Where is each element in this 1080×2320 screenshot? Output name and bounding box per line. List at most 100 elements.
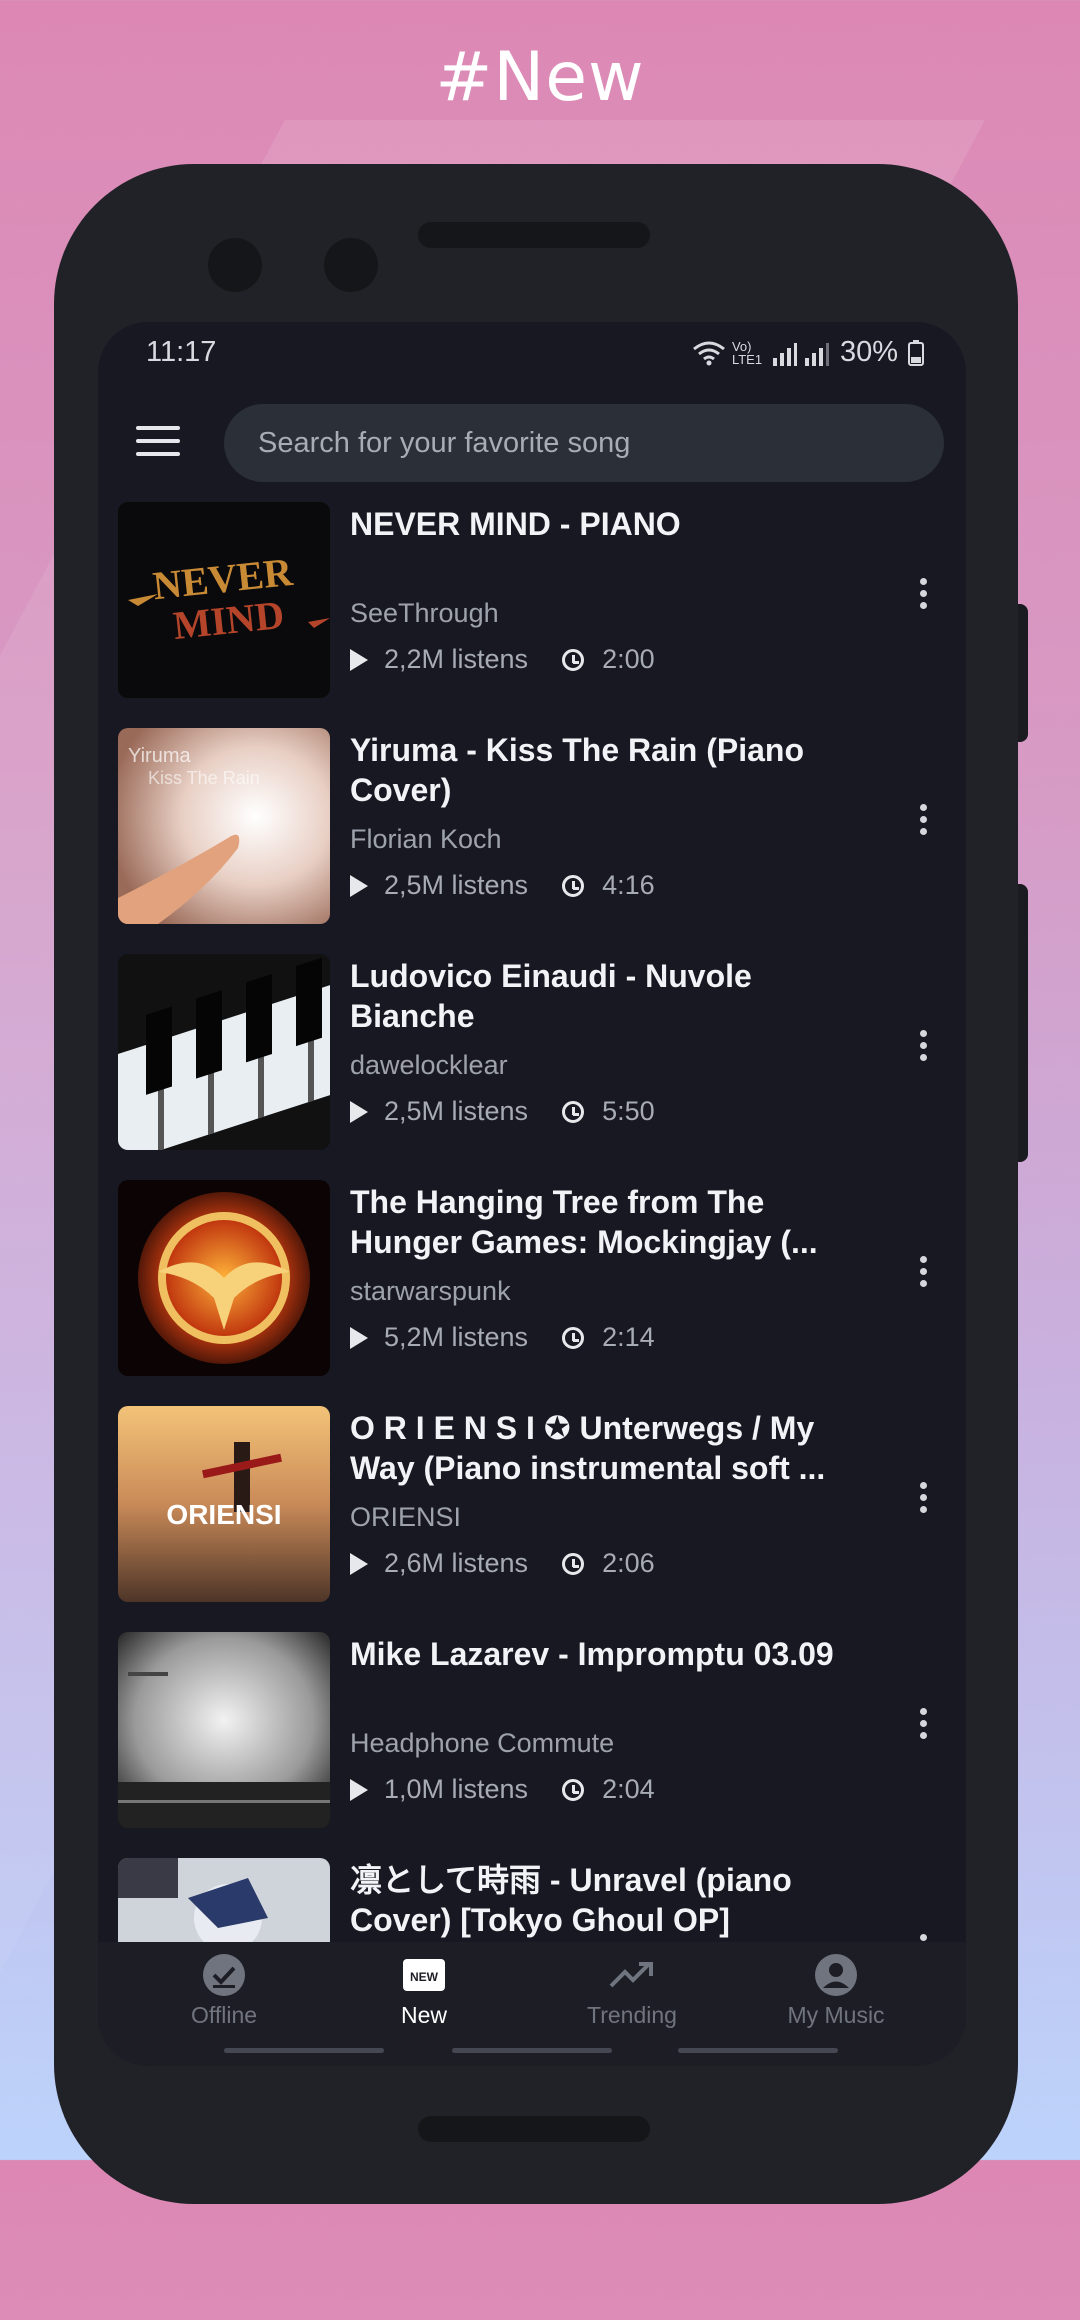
front-sensor <box>324 238 378 292</box>
song-duration: 2:14 <box>602 1322 655 1352</box>
play-icon <box>350 1326 368 1349</box>
nav-offline[interactable]: Offline <box>124 1952 324 2029</box>
play-icon <box>350 1778 368 1801</box>
song-row[interactable]: ORIENSI O R I E N S I ✪ Unterwegs / My W… <box>118 1402 966 1602</box>
bottom-speaker <box>418 2116 650 2142</box>
play-icon <box>350 1552 368 1575</box>
network-type-label: Vo) LTE1 <box>731 338 763 367</box>
play-icon <box>350 648 368 671</box>
phone-side-button <box>1018 604 1028 742</box>
song-thumbnail <box>118 954 330 1150</box>
nav-new[interactable]: NEW New <box>324 1952 524 2029</box>
bottom-navigation: Offline NEW New Trending My Music <box>98 1942 966 2066</box>
song-thumbnail <box>118 1180 330 1376</box>
signal-icon-2 <box>804 342 829 366</box>
song-duration: 4:16 <box>602 870 655 900</box>
song-stats: 2,6M listens 2:06 <box>350 1548 655 1579</box>
song-duration: 2:06 <box>602 1548 655 1578</box>
song-artist: Headphone Commute <box>350 1728 615 1758</box>
song-title: Yiruma - Kiss The Rain (Piano Cover) <box>350 732 805 808</box>
svg-text:Kiss The Rain: Kiss The Rain <box>148 768 260 788</box>
svg-text:Yiruma: Yiruma <box>128 745 191 767</box>
song-title: 凛として時雨 - Unravel (piano Cover) [Tokyo Gh… <box>350 1862 792 1938</box>
clock-icon <box>562 1100 585 1123</box>
song-duration: 2:00 <box>602 644 655 674</box>
account-circle-icon <box>815 1954 857 1996</box>
song-title: The Hanging Tree from The Hunger Games: … <box>350 1184 818 1260</box>
song-artist: Florian Koch <box>350 824 502 854</box>
wifi-icon <box>693 341 725 365</box>
song-thumbnail <box>118 1632 330 1828</box>
song-listens: 1,0M listens <box>384 1774 529 1804</box>
nav-my-music[interactable]: My Music <box>736 1952 936 2029</box>
status-bar: 11:17 Vo) LTE1 30% <box>98 322 966 384</box>
thumbnail-caption: ORIENSI <box>166 1499 281 1530</box>
song-artist: starwarspunk <box>350 1276 511 1306</box>
song-title: NEVER MIND - PIANO <box>350 506 681 542</box>
search-input[interactable]: Search for your favorite song <box>224 404 944 482</box>
more-options-icon[interactable] <box>916 804 930 844</box>
offline-check-icon <box>203 1954 245 1996</box>
song-duration: 2:04 <box>602 1774 655 1804</box>
clock-icon <box>562 1326 585 1349</box>
song-artist: SeeThrough <box>350 598 499 628</box>
new-badge-text: NEW <box>410 1970 439 1984</box>
song-row[interactable]: 凛として時雨 - Unravel (piano Cover) [Tokyo Gh… <box>118 1854 966 1942</box>
nav-indicator-bar <box>224 2048 384 2053</box>
song-duration: 5:50 <box>602 1096 655 1126</box>
signal-icon <box>772 342 797 366</box>
song-row[interactable]: Yiruma Kiss The Rain Yiruma - Kiss The R… <box>118 724 966 924</box>
song-artist: dawelocklear <box>350 1050 508 1080</box>
battery-icon <box>908 339 924 366</box>
hamburger-menu-icon[interactable] <box>136 426 180 456</box>
clock-icon <box>562 1778 585 1801</box>
song-row[interactable]: Mike Lazarev - Impromptu 03.09 Headphone… <box>118 1628 966 1828</box>
battery-percent: 30% <box>839 336 898 368</box>
trending-icon <box>609 1962 653 1988</box>
status-indicators: Vo) LTE1 30% <box>692 336 924 369</box>
song-stats: 2,5M listens 5:50 <box>350 1096 655 1127</box>
page-headline: #New <box>435 38 645 117</box>
clock-icon <box>562 874 585 897</box>
song-listens: 5,2M listens <box>384 1322 529 1352</box>
status-time: 11:17 <box>146 336 217 368</box>
song-listens: 2,2M listens <box>384 644 529 674</box>
song-thumbnail: Yiruma Kiss The Rain <box>118 728 330 924</box>
nav-new-label: New <box>400 2002 447 2028</box>
song-row[interactable]: The Hanging Tree from The Hunger Games: … <box>118 1176 966 1376</box>
more-options-icon[interactable] <box>916 1934 930 1942</box>
song-title: O R I E N S I ✪ Unterwegs / My Way (Pian… <box>350 1410 826 1486</box>
more-options-icon[interactable] <box>916 1482 930 1522</box>
song-row[interactable]: NEVER MIND NEVER MIND - PIANO SeeThrough… <box>118 498 966 698</box>
earpiece-speaker <box>418 222 650 248</box>
song-listens: 2,5M listens <box>384 1096 529 1126</box>
nav-trending[interactable]: Trending <box>532 1952 732 2029</box>
clock-icon <box>562 648 585 671</box>
song-row[interactable]: Ludovico Einaudi - Nuvole Bianche dawelo… <box>118 950 966 1150</box>
song-title: Ludovico Einaudi - Nuvole Bianche <box>350 958 752 1034</box>
song-list: NEVER MIND NEVER MIND - PIANO SeeThrough… <box>98 498 966 1942</box>
song-stats: 2,2M listens 2:00 <box>350 644 655 675</box>
song-thumbnail: ORIENSI <box>118 1406 330 1602</box>
song-stats: 1,0M listens 2:04 <box>350 1774 655 1805</box>
more-options-icon[interactable] <box>916 1256 930 1296</box>
song-stats: 5,2M listens 2:14 <box>350 1322 655 1353</box>
app-screen: 11:17 Vo) LTE1 30% Search for your favor… <box>98 322 966 2066</box>
song-thumbnail: NEVER MIND <box>118 502 330 698</box>
nav-trending-label: Trending <box>587 2002 677 2028</box>
new-badge-icon: NEW <box>403 1959 445 1991</box>
song-thumbnail <box>118 1858 330 1942</box>
nav-my-music-label: My Music <box>787 2002 885 2028</box>
more-options-icon[interactable] <box>916 578 930 618</box>
song-listens: 2,5M listens <box>384 870 529 900</box>
nav-indicator-bar <box>452 2048 612 2053</box>
play-icon <box>350 874 368 897</box>
clock-icon <box>562 1552 585 1575</box>
more-options-icon[interactable] <box>916 1030 930 1070</box>
nav-offline-label: Offline <box>190 2002 258 2028</box>
app-bar: Search for your favorite song <box>98 384 966 500</box>
song-listens: 2,6M listens <box>384 1548 529 1578</box>
song-stats: 2,5M listens 4:16 <box>350 870 655 901</box>
more-options-icon[interactable] <box>916 1708 930 1748</box>
phone-volume-button <box>1018 884 1028 1162</box>
